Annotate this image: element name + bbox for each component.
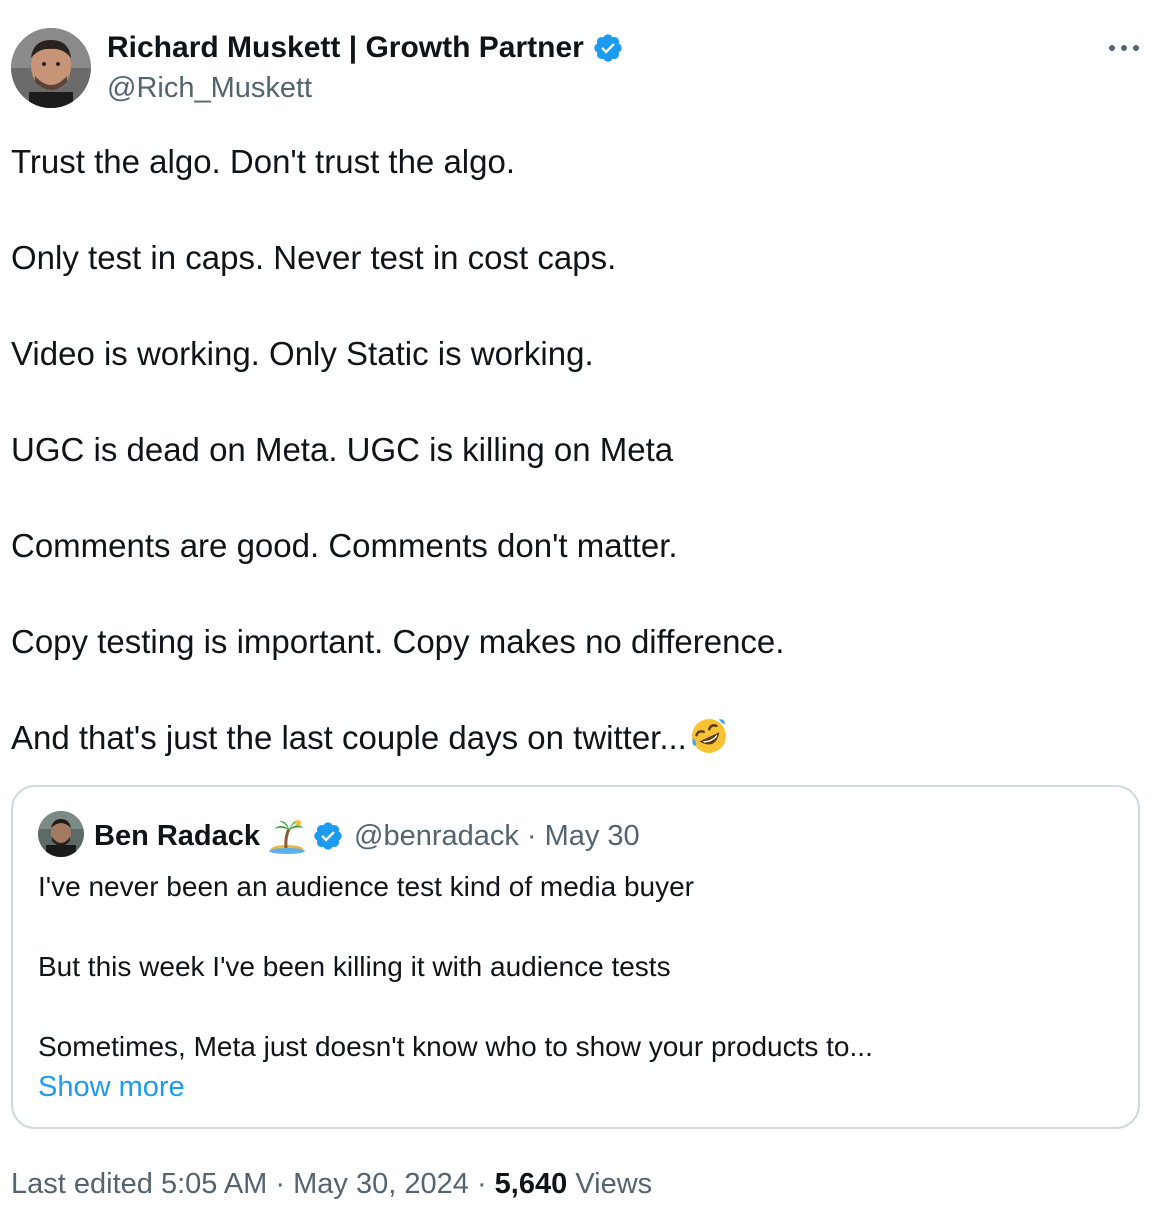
rofl-emoji-icon (689, 716, 729, 756)
quote-text: I've never been an audience test kind of… (38, 867, 1118, 1067)
tweet-line: Only test in caps. Never test in cost ca… (11, 239, 617, 276)
post-date[interactable]: May 30, 2024 (293, 1168, 469, 1200)
meta-separator: · (476, 1168, 487, 1200)
author-avatar[interactable] (11, 28, 91, 108)
author-handle[interactable]: @Rich_Muskett (107, 70, 312, 106)
desert-island-emoji-icon (268, 817, 306, 855)
tweet-line: Video is working. Only Static is working… (11, 335, 594, 372)
quote-line: But this week I've been killing it with … (38, 951, 671, 982)
quote-line: I've never been an audience test kind of… (38, 871, 694, 902)
quote-author-name[interactable]: Ben Radack (94, 820, 260, 853)
quote-line: Sometimes, Meta just doesn't know who to… (38, 1031, 873, 1062)
tweet-text: Trust the algo. Don't trust the algo. On… (11, 138, 1141, 762)
meta-separator: · (275, 1168, 286, 1200)
tweet-line: Comments are good. Comments don't matter… (11, 527, 678, 564)
tweet-line: UGC is dead on Meta. UGC is killing on M… (11, 431, 674, 468)
author-name-text[interactable]: Richard Muskett | Growth Partner (107, 30, 584, 66)
verified-badge-icon (592, 32, 624, 64)
tweet-line-last: And that's just the last couple days on … (11, 714, 1141, 762)
show-more-link[interactable]: Show more (38, 1067, 185, 1107)
views-count: 5,640 (494, 1168, 568, 1200)
quote-verified-badge-icon (312, 820, 344, 852)
tweet-meta: Last edited 5:05 AM · May 30, 2024 · 5,6… (11, 1164, 652, 1204)
tweet-line: Copy testing is important. Copy makes no… (11, 623, 785, 660)
quote-author-handle[interactable]: @benradack (354, 820, 519, 853)
quote-author-avatar[interactable] (38, 811, 84, 857)
author-name[interactable]: Richard Muskett | Growth Partner (107, 30, 624, 66)
views-label: Views (575, 1168, 653, 1200)
quote-header: Ben Radack @benradack · May 30 (94, 816, 640, 856)
more-options-icon[interactable] (1106, 36, 1142, 60)
last-edited-time[interactable]: Last edited 5:05 AM (11, 1168, 267, 1200)
tweet-line: Trust the algo. Don't trust the algo. (11, 143, 516, 180)
quote-separator: · (526, 819, 537, 852)
quoted-tweet-card[interactable]: Ben Radack @benradack · May 30 I've neve (11, 785, 1140, 1129)
tweet-line-last-text: And that's just the last couple days on … (11, 719, 687, 756)
quote-date[interactable]: May 30 (545, 820, 640, 853)
